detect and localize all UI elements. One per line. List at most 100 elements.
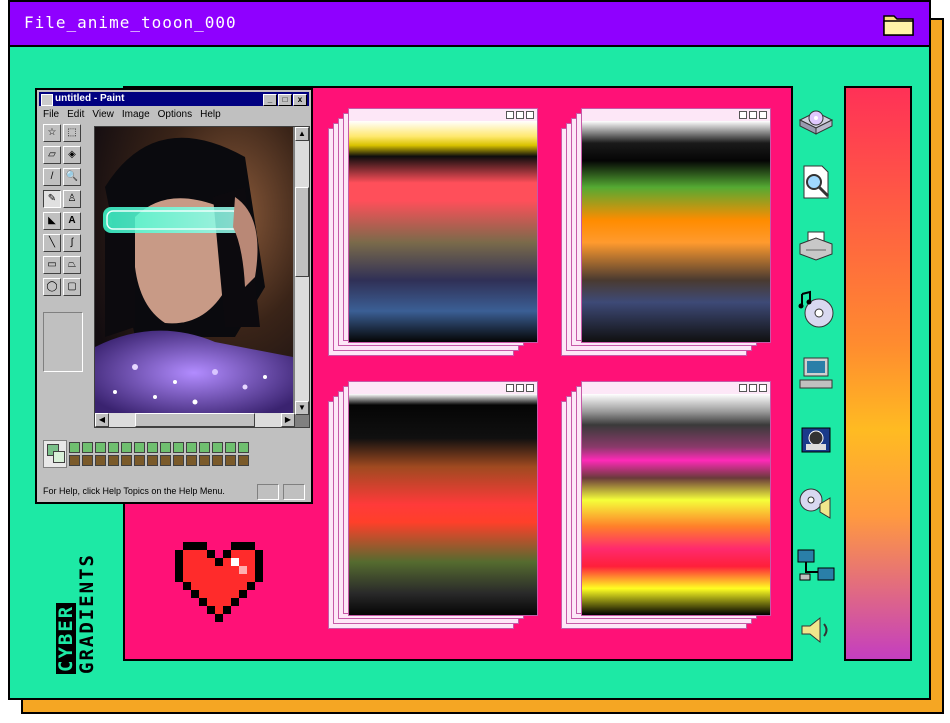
- menu-image[interactable]: Image: [122, 109, 150, 120]
- gradient-fill: [582, 121, 770, 342]
- portrait-image: [95, 127, 293, 415]
- speaker-icon[interactable]: [796, 610, 836, 650]
- paint-title-bar[interactable]: untitled - Paint _ □ x: [39, 92, 309, 106]
- paint-status-bar: For Help, click Help Topics on the Help …: [39, 484, 309, 500]
- close-button[interactable]: x: [293, 94, 307, 106]
- gradient-window-4[interactable]: [561, 381, 771, 636]
- folder-icon[interactable]: [883, 11, 915, 37]
- color-swatch[interactable]: [212, 442, 223, 453]
- network-icon[interactable]: [796, 546, 836, 586]
- color-swatch[interactable]: [69, 442, 80, 453]
- gradient-window-2[interactable]: [561, 108, 771, 363]
- pencil-tool-icon[interactable]: ✎: [43, 190, 61, 208]
- eraser-tool-icon[interactable]: ▱: [43, 146, 61, 164]
- music-cd-icon[interactable]: [796, 290, 836, 330]
- color-swatch[interactable]: [95, 455, 106, 466]
- color-swatch[interactable]: [173, 442, 184, 453]
- color-swatch[interactable]: [160, 442, 171, 453]
- color-swatch[interactable]: [95, 442, 106, 453]
- gradient-fill: [349, 394, 537, 615]
- color-swatch[interactable]: [225, 442, 236, 453]
- color-swatch[interactable]: [199, 442, 210, 453]
- brush-tool-icon[interactable]: ♙: [63, 190, 81, 208]
- gradient-window-3[interactable]: [328, 381, 538, 636]
- color-swatch[interactable]: [121, 455, 132, 466]
- gradient-sidebar-bar: [844, 86, 912, 661]
- color-swatch[interactable]: [82, 455, 93, 466]
- logo-line-2: GRADIENTS: [76, 553, 98, 674]
- camera-icon[interactable]: [796, 418, 836, 458]
- airbrush-tool-icon[interactable]: ◣: [43, 212, 61, 230]
- gradient-fill: [349, 121, 537, 342]
- magnifier-tool-icon[interactable]: 🔍: [63, 168, 81, 186]
- scroll-right-icon[interactable]: ▶: [281, 413, 295, 427]
- curve-tool-icon[interactable]: ∫: [63, 234, 81, 252]
- color-swatch[interactable]: [147, 455, 158, 466]
- free-select-tool-icon[interactable]: ☆: [43, 124, 61, 142]
- polygon-tool-icon[interactable]: ⏢: [63, 256, 81, 274]
- color-swatch[interactable]: [134, 455, 145, 466]
- color-swatch[interactable]: [238, 455, 249, 466]
- color-swatch[interactable]: [69, 455, 80, 466]
- picker-tool-icon[interactable]: /: [43, 168, 61, 186]
- paint-menubar: File Edit View Image Options Help: [43, 109, 221, 120]
- line-tool-icon[interactable]: ╲: [43, 234, 61, 252]
- menu-help[interactable]: Help: [200, 109, 221, 120]
- color-swatch[interactable]: [108, 442, 119, 453]
- color-swatch[interactable]: [199, 455, 210, 466]
- horizontal-scrollbar[interactable]: ◀ ▶: [95, 413, 295, 427]
- scroll-thumb[interactable]: [295, 187, 309, 277]
- hscroll-thumb[interactable]: [135, 413, 255, 427]
- paint-window[interactable]: untitled - Paint _ □ x File Edit View Im…: [35, 88, 313, 504]
- color-swatch[interactable]: [212, 455, 223, 466]
- rect-select-tool-icon[interactable]: ⬚: [63, 124, 81, 142]
- rectangle-tool-icon[interactable]: ▭: [43, 256, 61, 274]
- menu-edit[interactable]: Edit: [67, 109, 84, 120]
- drive-icon[interactable]: [796, 98, 836, 138]
- scroll-up-icon[interactable]: ▲: [295, 127, 309, 141]
- color-swatch[interactable]: [82, 442, 93, 453]
- paint-title: untitled - Paint: [55, 93, 125, 104]
- rounded-rect-tool-icon[interactable]: ▢: [63, 278, 81, 296]
- menu-file[interactable]: File: [43, 109, 59, 120]
- printer-icon[interactable]: [796, 226, 836, 266]
- color-swatch[interactable]: [147, 442, 158, 453]
- color-swatch[interactable]: [160, 455, 171, 466]
- status-cell: [257, 484, 279, 500]
- paint-app-icon: [41, 94, 53, 106]
- scroll-down-icon[interactable]: ▼: [295, 401, 309, 415]
- ellipse-tool-icon[interactable]: ◯: [43, 278, 61, 296]
- current-colors[interactable]: [43, 440, 67, 468]
- color-palette: [43, 438, 303, 470]
- menu-view[interactable]: View: [92, 109, 114, 120]
- color-swatch[interactable]: [238, 442, 249, 453]
- scroll-left-icon[interactable]: ◀: [95, 413, 109, 427]
- gradient-fill: [582, 394, 770, 615]
- computer-icon[interactable]: [796, 354, 836, 394]
- color-swatch[interactable]: [225, 455, 236, 466]
- color-swatch[interactable]: [134, 442, 145, 453]
- pixel-heart-icon: [175, 542, 263, 622]
- gradient-window-1[interactable]: [328, 108, 538, 363]
- vertical-scrollbar[interactable]: ▲ ▼: [295, 127, 309, 415]
- maximize-button[interactable]: □: [278, 94, 292, 106]
- main-window: File_anime_tooon_000 untitled - Paint _ …: [8, 0, 931, 700]
- cyber-gradients-logo: CYBER GRADIENTS: [55, 553, 98, 674]
- color-swatch[interactable]: [108, 455, 119, 466]
- search-document-icon[interactable]: [796, 162, 836, 202]
- tool-options-box[interactable]: [43, 312, 83, 372]
- status-cell: [283, 484, 305, 500]
- menu-options[interactable]: Options: [158, 109, 192, 120]
- window-title: File_anime_tooon_000: [24, 13, 237, 32]
- color-swatch[interactable]: [173, 455, 184, 466]
- color-swatch[interactable]: [186, 442, 197, 453]
- text-tool-icon[interactable]: A: [63, 212, 81, 230]
- paint-canvas[interactable]: ▲ ▼ ◀ ▶: [94, 126, 310, 428]
- title-bar: File_anime_tooon_000: [10, 2, 929, 47]
- fill-tool-icon[interactable]: ◈: [63, 146, 81, 164]
- color-swatch[interactable]: [121, 442, 132, 453]
- color-swatch[interactable]: [186, 455, 197, 466]
- sidebar-icons: [796, 98, 842, 658]
- minimize-button[interactable]: _: [263, 94, 277, 106]
- cd-speaker-icon[interactable]: [796, 482, 836, 522]
